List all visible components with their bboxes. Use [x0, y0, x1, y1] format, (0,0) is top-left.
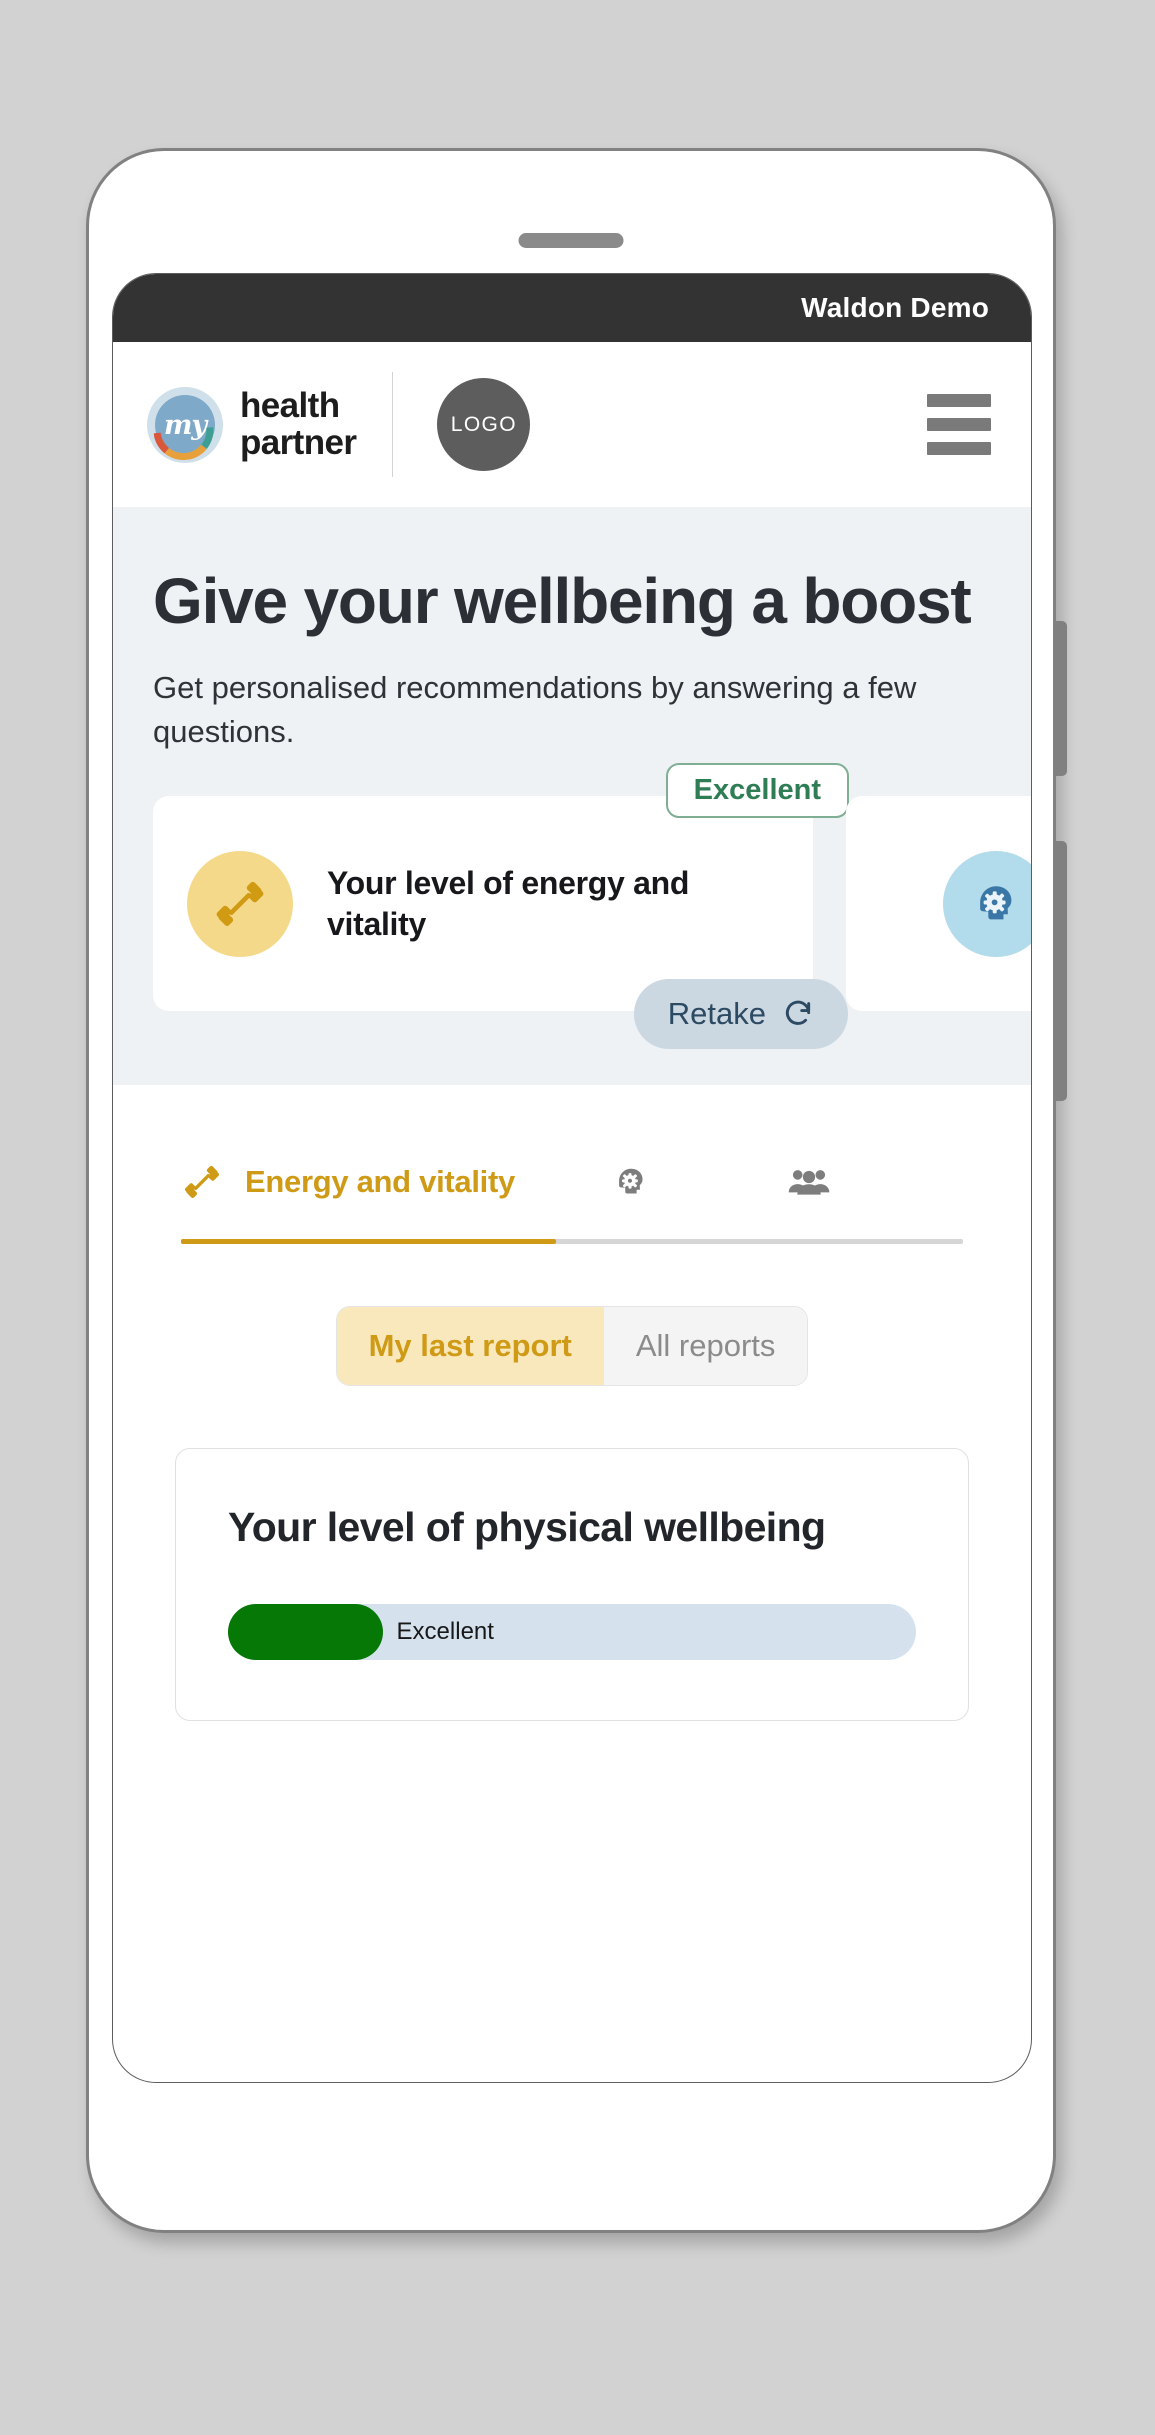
tab-social-wellbeing[interactable]: [731, 1159, 909, 1205]
category-tabs: Energy and vitality: [113, 1159, 1031, 1205]
wellbeing-meter: Excellent: [228, 1603, 916, 1660]
score-card-mental-wellbeing[interactable]: [846, 796, 1031, 1012]
head-gear-icon: [610, 1161, 652, 1203]
phone-side-button-power[interactable]: [1053, 841, 1067, 1101]
score-card-label: Your level of energy and vitality: [327, 865, 690, 942]
demo-bar-title: Waldon Demo: [801, 292, 989, 323]
tab-energy-and-vitality[interactable]: Energy and vitality: [181, 1161, 553, 1203]
refresh-icon: [785, 1000, 811, 1026]
dumbbell-icon: [187, 850, 293, 957]
app-header: my health partner LOGO: [113, 342, 1031, 507]
report-segmented-control[interactable]: My last report All reports: [335, 1306, 809, 1387]
page-subtitle: Get personalised recommendations by answ…: [153, 670, 917, 750]
brand-wordmark-line1: health: [240, 386, 340, 426]
phone-frame: Waldon Demo my health partner LOGO Give …: [86, 148, 1067, 2233]
hamburger-bar-2: [927, 418, 991, 431]
category-tabs-section: Energy and vitality: [113, 1085, 1031, 1245]
head-gear-icon: [943, 850, 1031, 957]
report-card-title: Your level of physical wellbeing: [228, 1504, 826, 1551]
people-group-icon: [786, 1159, 832, 1205]
page-title: Give your wellbeing a boost: [153, 565, 972, 637]
status-badge: Excellent: [665, 763, 849, 819]
retake-button[interactable]: Retake: [633, 979, 848, 1050]
brand-logo[interactable]: my health partner: [147, 386, 357, 463]
segment-my-last-report[interactable]: My last report: [336, 1307, 604, 1386]
brand-mark-inner-circle: my: [155, 394, 215, 455]
score-card-carousel[interactable]: Your level of energy and vitality Excell…: [153, 763, 1031, 1085]
partner-logo-placeholder: LOGO: [437, 378, 531, 471]
hamburger-bar-3: [927, 442, 991, 455]
wellbeing-meter-label: Excellent: [396, 1617, 494, 1645]
retake-button-label: Retake: [667, 996, 766, 1032]
header-divider: [392, 372, 394, 477]
wellbeing-meter-fill: [228, 1603, 383, 1660]
tabs-active-underline: [181, 1239, 557, 1245]
tabs-underline-track: [181, 1239, 963, 1245]
phone-speaker-grille: [518, 233, 624, 248]
tab-label: Energy and vitality: [245, 1164, 515, 1200]
hamburger-menu-icon[interactable]: [927, 394, 991, 455]
dumbbell-icon: [181, 1161, 223, 1203]
brand-wordmark-line2: partner: [240, 422, 357, 462]
brand-mark-my-text: my: [163, 410, 207, 441]
report-section: Your level of physical wellbeing Excelle…: [113, 1386, 1031, 1721]
phone-screen: Waldon Demo my health partner LOGO Give …: [112, 273, 1032, 2083]
report-card[interactable]: Your level of physical wellbeing Excelle…: [175, 1448, 969, 1721]
screenshot-stage: Waldon Demo my health partner LOGO Give …: [0, 0, 1155, 2435]
tab-mental-wellbeing[interactable]: [553, 1161, 731, 1203]
phone-side-button-volume-up[interactable]: [1053, 621, 1067, 776]
report-filter-section: My last report All reports: [113, 1244, 1031, 1387]
hero-section: Give your wellbeing a boost Get personal…: [113, 507, 1031, 1086]
brand-wordmark: health partner: [240, 386, 357, 462]
score-card-energy-vitality[interactable]: Your level of energy and vitality Excell…: [153, 763, 849, 1050]
hamburger-bar-1: [927, 394, 991, 407]
segment-all-reports[interactable]: All reports: [603, 1307, 808, 1386]
my-health-partner-mark-icon: my: [147, 386, 223, 463]
demo-bar: Waldon Demo: [113, 274, 1031, 342]
